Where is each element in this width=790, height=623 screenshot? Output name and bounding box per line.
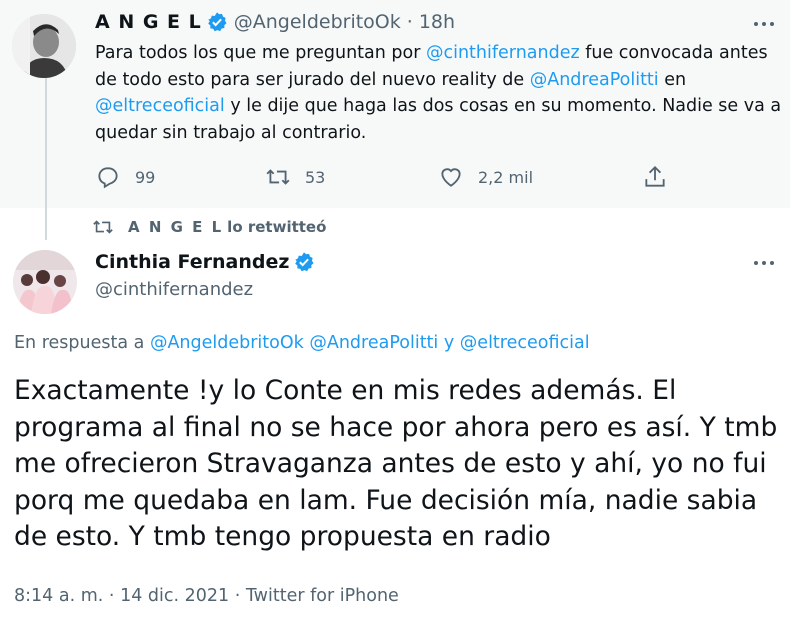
- retweet-button[interactable]: 53: [265, 164, 325, 190]
- separator: ·: [406, 11, 413, 33]
- reply-prefix: En respuesta a: [14, 333, 145, 353]
- retweet-label: lo retwitteó: [227, 218, 327, 236]
- main-author-row: Cinthia Fernandez: [95, 251, 315, 273]
- retweet-count: 53: [305, 167, 326, 187]
- mention-link[interactable]: @AndreaPolitti: [530, 70, 659, 90]
- tweet-meta: 8:14 a. m. · 14 dic. 2021 · Twitter for …: [14, 586, 399, 606]
- tweet-time[interactable]: 18h: [419, 11, 455, 33]
- thread-line: [45, 78, 47, 240]
- avatar[interactable]: [13, 250, 77, 314]
- retweeter-name[interactable]: A N G E L: [128, 218, 223, 236]
- reply-conjunction: y: [443, 333, 455, 353]
- retweet-icon: [266, 169, 290, 185]
- retweet-context[interactable]: A N G E L lo retwitteó: [92, 216, 326, 238]
- reply-mention[interactable]: @eltreceoficial: [460, 333, 590, 353]
- parent-tweet-text: Para todos los que me preguntan por @cin…: [95, 40, 785, 146]
- avatar[interactable]: [12, 14, 76, 78]
- author-handle[interactable]: @AngeldebritoOk: [234, 11, 401, 33]
- verified-badge-icon: [293, 251, 315, 273]
- tweet-text-segment: en: [658, 69, 687, 90]
- separator: ·: [108, 586, 115, 606]
- tweet-date[interactable]: 14 dic. 2021: [120, 586, 229, 606]
- share-button[interactable]: [642, 164, 668, 190]
- share-icon: [645, 165, 665, 187]
- like-icon: [441, 168, 461, 187]
- separator: ·: [234, 586, 241, 606]
- reply-mention[interactable]: @AndreaPolitti: [309, 333, 438, 353]
- author-name[interactable]: A N G E L: [95, 11, 202, 33]
- mention-link[interactable]: @cinthifernandez: [426, 43, 580, 63]
- reply-mention[interactable]: @AngeldebritoOk: [150, 333, 304, 353]
- reply-icon: [98, 167, 118, 189]
- parent-author-row: A N G E L @AngeldebritoOk · 18h: [95, 11, 455, 33]
- tweet-source: Twitter for iPhone: [245, 586, 399, 606]
- parent-tweet[interactable]: A N G E L @AngeldebritoOk · 18h Para tod…: [0, 0, 790, 208]
- verified-badge-icon: [206, 11, 228, 33]
- more-icon[interactable]: [752, 257, 780, 269]
- author-handle[interactable]: @cinthifernandez: [95, 279, 253, 300]
- like-count: 2,2 mil: [478, 167, 534, 187]
- reply-context: En respuesta a @AngeldebritoOk @AndreaPo…: [14, 333, 590, 353]
- reply-button[interactable]: 99: [95, 164, 155, 190]
- mention-link[interactable]: @eltreceoficial: [95, 96, 225, 116]
- reply-count: 99: [135, 167, 156, 187]
- more-icon[interactable]: [752, 18, 780, 30]
- retweet-icon: [93, 220, 113, 234]
- tweet-text-segment: Para todos los que me preguntan por: [95, 43, 426, 63]
- tweet-time[interactable]: 8:14 a. m.: [14, 586, 103, 606]
- like-button[interactable]: 2,2 mil: [438, 164, 533, 190]
- main-tweet-text: Exactamente !y lo Conte en mis redes ade…: [14, 375, 778, 552]
- author-name[interactable]: Cinthia Fernandez: [95, 251, 289, 273]
